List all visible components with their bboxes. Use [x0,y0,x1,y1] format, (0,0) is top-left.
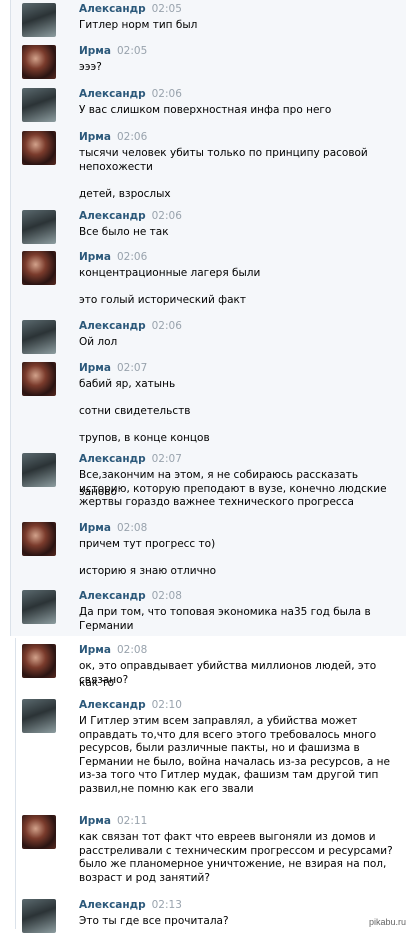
message-time: 02:06 [116,251,148,263]
author-name[interactable]: Александр 02:05 [79,3,182,15]
author-name-text[interactable]: Ирма [79,815,111,827]
irma-avatar[interactable] [22,362,56,396]
sasha-avatar[interactable] [22,320,56,354]
message-text: это голый исторический факт [79,294,247,307]
message-time: 02:07 [151,453,182,465]
irma-avatar[interactable] [22,644,56,678]
sasha-avatar[interactable] [22,699,56,733]
message-time: 02:11 [116,815,148,827]
message-text: возраст и род занятий? [79,871,210,884]
message-time: 02:05 [116,45,148,57]
sasha-avatar[interactable] [22,88,56,122]
message-text: историю я знаю отлично [79,565,217,578]
irma-avatar[interactable] [22,251,56,285]
irma-avatar[interactable] [22,45,56,79]
author-name[interactable]: Александр 02:06 [79,320,182,332]
message-text: детей, взрослых [79,187,171,200]
sasha-avatar[interactable] [22,210,56,244]
sasha-avatar[interactable] [22,3,56,37]
irma-avatar[interactable] [22,815,56,849]
message-text: концентрационные лагеря были [79,267,261,279]
message-text: причем тут прогресс то) [79,538,216,550]
irma-avatar[interactable] [22,131,56,165]
message-text: Все было не так [79,226,169,238]
author-name[interactable]: Александр 02:07 [79,453,182,465]
message-text: эээ? [79,61,102,73]
message-text: жертвы гораздо важнее технического прогр… [79,496,354,509]
irma-avatar[interactable] [22,522,56,556]
watermark: pikabu.ru [368,917,406,927]
author-name-text[interactable]: Ирма [79,362,111,374]
author-name-text[interactable]: Александр [79,699,146,711]
author-name-text[interactable]: Александр [79,88,146,100]
author-name-text[interactable]: Александр [79,899,146,911]
author-name-text[interactable]: Александр [79,3,146,15]
message-text: бабий яр, хатынь [79,378,176,390]
author-name[interactable]: Ирма 02:07 [79,362,147,374]
message-time: 02:06 [151,88,182,100]
author-name[interactable]: Ирма 02:11 [79,815,147,827]
message-text: Гитлер норм тип был [79,19,198,31]
author-name-text[interactable]: Александр [79,210,146,222]
author-name[interactable]: Александр 02:06 [79,88,182,100]
author-name[interactable]: Александр 02:08 [79,590,182,602]
author-name-text[interactable]: Ирма [79,251,111,263]
message-text: связано? [79,673,129,686]
message-text: трупов, в конце концов [79,432,210,445]
message-text: Германии [79,619,134,632]
message-text: У вас слишком поверхностная инфа про нег… [79,104,332,116]
author-name[interactable]: Ирма 02:06 [79,131,147,143]
author-name-text[interactable]: Александр [79,453,146,465]
sasha-avatar[interactable] [22,453,56,487]
author-name[interactable]: Ирма 02:08 [79,644,147,656]
message-text: сотни свидетельств [79,405,191,418]
message-time: 02:06 [151,210,182,222]
message-time: 02:10 [151,699,182,711]
message-time: 02:08 [116,644,148,656]
message-time: 02:13 [151,899,182,911]
author-name[interactable]: Ирма 02:06 [79,251,147,263]
message-time: 02:08 [151,590,182,602]
message-time: 02:06 [116,131,148,143]
author-name-text[interactable]: Александр [79,590,146,602]
message-time: 02:06 [151,320,182,332]
author-name-text[interactable]: Ирма [79,45,111,57]
sasha-avatar[interactable] [22,590,56,624]
author-name-text[interactable]: Ирма [79,644,111,656]
message-time: 02:07 [116,362,148,374]
message-time: 02:05 [151,3,182,15]
author-name-text[interactable]: Александр [79,320,146,332]
author-name[interactable]: Ирма 02:05 [79,45,147,57]
author-name-text[interactable]: Ирма [79,131,111,143]
author-name-text[interactable]: Ирма [79,522,111,534]
message-text: непохожести [79,160,153,173]
author-name[interactable]: Александр 02:10 [79,699,182,711]
message-time: 02:08 [116,522,148,534]
message-text: развил,не помню как его звали [79,783,254,795]
sasha-avatar[interactable] [22,899,56,933]
message-text: Ой лол [79,336,118,348]
author-name[interactable]: Александр 02:13 [79,899,182,911]
message-text: Это ты где все прочитала? [79,915,229,927]
author-name[interactable]: Ирма 02:08 [79,522,147,534]
author-name[interactable]: Александр 02:06 [79,210,182,222]
